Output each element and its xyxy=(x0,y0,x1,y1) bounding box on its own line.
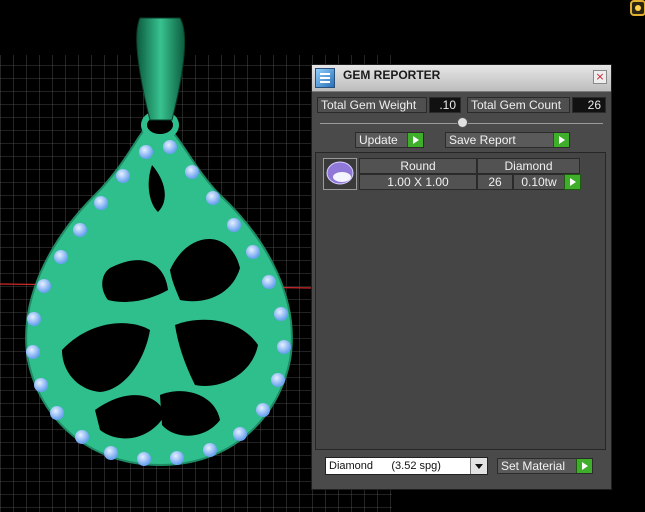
gem-stone xyxy=(94,196,108,210)
gem-stone xyxy=(34,378,48,392)
total-gem-count-label: Total Gem Count xyxy=(467,97,570,113)
gem-row-arrow-button[interactable] xyxy=(564,174,581,190)
close-icon: × xyxy=(595,70,605,83)
gem-stone xyxy=(54,250,68,264)
gem-stone xyxy=(75,430,89,444)
play-arrow-icon xyxy=(564,175,580,189)
gem-stone xyxy=(116,169,130,183)
play-arrow-icon xyxy=(576,459,592,473)
gem-stone xyxy=(246,245,260,259)
gem-stone xyxy=(277,340,291,354)
material-select-value: Diamond (3.52 spg) xyxy=(329,460,441,472)
update-button[interactable]: Update xyxy=(355,132,424,148)
total-gem-weight-value: .10 xyxy=(429,97,461,113)
gem-reporter-icon xyxy=(315,68,335,88)
total-gem-weight-label: Total Gem Weight xyxy=(317,97,427,113)
play-arrow-icon xyxy=(407,133,423,147)
play-arrow-icon xyxy=(553,133,569,147)
gem-stone xyxy=(26,345,40,359)
update-button-label: Update xyxy=(359,133,398,147)
set-material-button[interactable]: Set Material xyxy=(497,458,593,474)
material-select[interactable]: Diamond (3.52 spg) xyxy=(325,457,488,475)
gem-stone xyxy=(104,446,118,460)
gem-shape-cell: Round xyxy=(359,158,477,174)
gem-stone xyxy=(271,373,285,387)
panel-titlebar[interactable]: GEM REPORTER × xyxy=(312,65,611,92)
save-report-button-label: Save Report xyxy=(449,133,516,147)
gem-stone xyxy=(227,218,241,232)
gem-stone xyxy=(137,452,151,466)
gem-stone xyxy=(233,427,247,441)
save-report-button[interactable]: Save Report xyxy=(445,132,570,148)
gem-stone xyxy=(170,451,184,465)
gem-stone xyxy=(256,403,270,417)
gem-list[interactable]: Round Diamond 1.00 X 1.00 26 0.10tw xyxy=(315,152,606,450)
slider-knob[interactable] xyxy=(457,117,468,128)
gem-count-cell: 26 xyxy=(477,174,513,190)
gem-stone xyxy=(27,312,41,326)
set-material-button-label: Set Material xyxy=(501,459,566,473)
gem-stone xyxy=(73,223,87,237)
gem-thumbnail-icon xyxy=(326,161,354,185)
gem-stone xyxy=(185,165,199,179)
close-button[interactable]: × xyxy=(593,70,607,84)
gem-list-row[interactable]: Round Diamond 1.00 X 1.00 26 0.10tw xyxy=(323,158,582,192)
panel-title: GEM REPORTER xyxy=(343,68,441,82)
gem-stone xyxy=(203,443,217,457)
gem-stone xyxy=(139,145,153,159)
gem-stone xyxy=(262,275,276,289)
gem-material-cell: Diamond xyxy=(477,158,580,174)
gem-stone xyxy=(206,191,220,205)
dropdown-arrow-icon[interactable] xyxy=(470,458,487,474)
gem-weight-cell: 0.10tw xyxy=(513,174,565,190)
gem-stone xyxy=(163,140,177,154)
total-gem-count-value: 26 xyxy=(572,97,606,113)
gem-thumbnail[interactable] xyxy=(323,158,357,190)
gem-reporter-panel: GEM REPORTER × Total Gem Weight .10 Tota… xyxy=(311,64,612,490)
gem-stone xyxy=(274,307,288,321)
gem-size-cell: 1.00 X 1.00 xyxy=(359,174,477,190)
gem-stone xyxy=(50,406,64,420)
gem-stone xyxy=(37,279,51,293)
view-cube-icon[interactable] xyxy=(630,0,645,16)
